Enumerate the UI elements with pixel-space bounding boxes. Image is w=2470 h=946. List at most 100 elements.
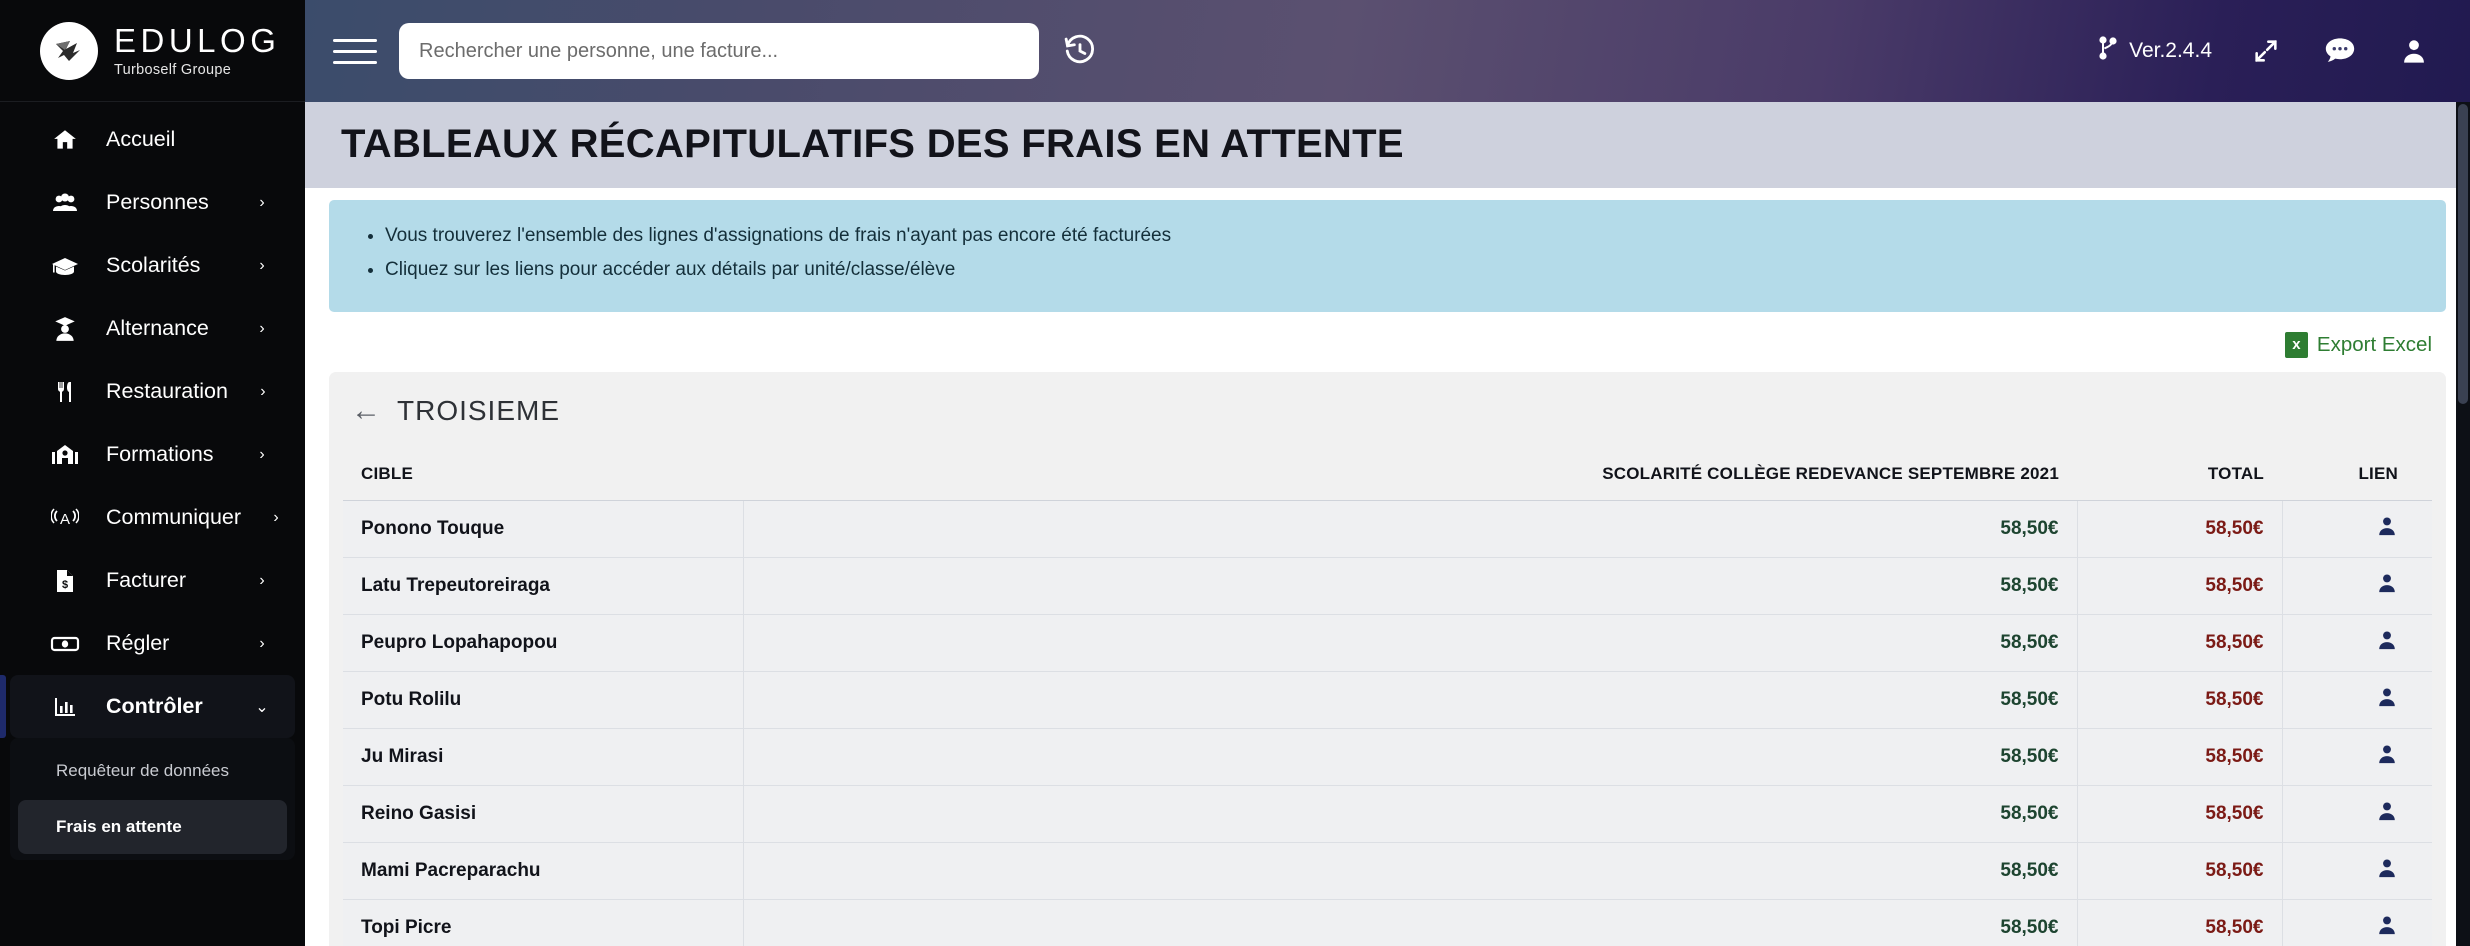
hamburger-icon[interactable] bbox=[333, 29, 377, 73]
person-link-icon[interactable] bbox=[2376, 801, 2398, 827]
person-link-icon[interactable] bbox=[2376, 516, 2398, 542]
scrollbar-thumb[interactable] bbox=[2458, 104, 2468, 404]
sidebar-item-formations[interactable]: Formations › bbox=[10, 423, 295, 486]
cell-total: 58,50€ bbox=[2077, 557, 2283, 615]
cell-cible: Potu Rolilu bbox=[343, 671, 744, 729]
sidebar-item-accueil[interactable]: Accueil bbox=[10, 108, 295, 171]
home-icon bbox=[50, 127, 80, 153]
fees-table: CIBLE SCOLARITÉ COLLÈGE REDEVANCE SEPTEM… bbox=[343, 449, 2432, 946]
table-row[interactable]: Topi Picre 58,50€ 58,50€ bbox=[343, 899, 2432, 946]
top-bar: Ver.2.4.4 bbox=[305, 0, 2470, 102]
sidebar-item-scolarites[interactable]: Scolarités › bbox=[10, 234, 295, 297]
main-pane: Ver.2.4.4 bbox=[305, 0, 2470, 946]
sidebar-item-frais-en-attente[interactable]: Frais en attente bbox=[18, 800, 287, 854]
info-bullet: Vous trouverez l'ensemble des lignes d'a… bbox=[385, 224, 2446, 248]
search-input[interactable] bbox=[399, 23, 1039, 79]
people-icon bbox=[50, 190, 80, 216]
cell-cible: Ponono Touque bbox=[343, 500, 744, 558]
person-link-icon[interactable] bbox=[2376, 858, 2398, 884]
column-header-total[interactable]: TOTAL bbox=[2077, 449, 2282, 501]
column-header-fee[interactable]: SCOLARITÉ COLLÈGE REDEVANCE SEPTEMBRE 20… bbox=[743, 449, 2077, 501]
expand-arrows-icon[interactable] bbox=[2246, 31, 2286, 71]
history-clock-icon[interactable] bbox=[1057, 28, 1103, 74]
sidebar-label: Scolarités bbox=[106, 253, 201, 277]
group-card: ← TROISIEME CIBLE SCOLARITÉ COLLÈGE REDE… bbox=[329, 371, 2446, 946]
version-indicator[interactable]: Ver.2.4.4 bbox=[2096, 35, 2212, 67]
table-row[interactable]: Ponono Touque 58,50€ 58,50€ bbox=[343, 500, 2432, 558]
info-banner: Vous trouverez l'ensemble des lignes d'a… bbox=[329, 200, 2446, 312]
column-header-cible[interactable]: CIBLE bbox=[343, 449, 743, 501]
sidebar-submenu-controler: Requêteur de données Frais en attente bbox=[10, 738, 295, 860]
application-window: EDULOG Turboself Groupe Accueil Personne… bbox=[0, 0, 2470, 946]
person-link-icon[interactable] bbox=[2376, 915, 2398, 941]
person-link-icon[interactable] bbox=[2376, 573, 2398, 599]
table-row[interactable]: Potu Rolilu 58,50€ 58,50€ bbox=[343, 671, 2432, 729]
page-title-band: TABLEAUX RÉCAPITULATIFS DES FRAIS EN ATT… bbox=[305, 102, 2470, 188]
table-row[interactable]: Peupro Lopahapopou 58,50€ 58,50€ bbox=[343, 614, 2432, 672]
cell-total: 58,50€ bbox=[2077, 728, 2283, 786]
cell-cible: Mami Pacreparachu bbox=[343, 842, 744, 900]
table-row[interactable]: Mami Pacreparachu 58,50€ 58,50€ bbox=[343, 842, 2432, 900]
vertical-scrollbar[interactable] bbox=[2456, 102, 2470, 946]
cell-fee: 58,50€ bbox=[743, 614, 2078, 672]
top-bar-actions: Ver.2.4.4 bbox=[2096, 31, 2434, 71]
sidebar-item-personnes[interactable]: Personnes › bbox=[10, 171, 295, 234]
chevron-right-icon: › bbox=[259, 256, 265, 274]
excel-file-icon: x bbox=[2284, 331, 2308, 358]
table-row[interactable]: Reino Gasisi 58,50€ 58,50€ bbox=[343, 785, 2432, 843]
sidebar-item-facturer[interactable]: $ Facturer › bbox=[10, 549, 295, 612]
sidebar-label: Contrôler bbox=[106, 694, 203, 718]
broadcast-icon: A bbox=[50, 505, 80, 531]
person-link-icon[interactable] bbox=[2376, 744, 2398, 770]
sidebar-item-controler[interactable]: Contrôler ⌄ bbox=[0, 675, 295, 738]
cell-lien bbox=[2282, 842, 2432, 900]
arrow-left-icon[interactable]: ← bbox=[351, 395, 381, 426]
info-bullet: Cliquez sur les liens pour accéder aux d… bbox=[385, 258, 2446, 282]
sidebar-label: Alternance bbox=[106, 316, 209, 340]
chat-bubble-icon[interactable] bbox=[2320, 31, 2360, 71]
brand-logo[interactable]: EDULOG Turboself Groupe bbox=[0, 0, 305, 102]
cell-cible: Ju Mirasi bbox=[343, 728, 744, 786]
svg-text:$: $ bbox=[62, 579, 68, 591]
cell-cible: Latu Trepeutoreiraga bbox=[343, 557, 744, 615]
cell-total: 58,50€ bbox=[2077, 785, 2283, 843]
sidebar-item-alternance[interactable]: Alternance › bbox=[10, 297, 295, 360]
sidebar-item-requeteur-de-donnees[interactable]: Requêteur de données bbox=[18, 744, 287, 798]
school-building-icon bbox=[50, 442, 80, 468]
graduation-cap-icon bbox=[50, 253, 80, 279]
chevron-right-icon: › bbox=[259, 445, 265, 463]
person-link-icon[interactable] bbox=[2376, 687, 2398, 713]
sidebar-label: Régler bbox=[106, 631, 170, 655]
person-link-icon[interactable] bbox=[2376, 630, 2398, 656]
cutlery-icon bbox=[50, 379, 80, 405]
submenu-label: Requêteur de données bbox=[56, 761, 229, 780]
cell-lien bbox=[2282, 728, 2432, 786]
brand-name: EDULOG bbox=[114, 21, 281, 59]
table-header-row: CIBLE SCOLARITÉ COLLÈGE REDEVANCE SEPTEM… bbox=[343, 449, 2432, 501]
column-header-lien[interactable]: LIEN bbox=[2282, 449, 2432, 501]
brand-tagline: Turboself Groupe bbox=[114, 61, 232, 78]
sidebar-item-regler[interactable]: Régler › bbox=[10, 612, 295, 675]
user-account-icon[interactable] bbox=[2394, 31, 2434, 71]
cell-cible: Peupro Lopahapopou bbox=[343, 614, 744, 672]
table-row[interactable]: Ju Mirasi 58,50€ 58,50€ bbox=[343, 728, 2432, 786]
cell-fee: 58,50€ bbox=[743, 785, 2078, 843]
cell-lien bbox=[2282, 899, 2432, 946]
export-excel-button[interactable]: x Export Excel bbox=[2284, 331, 2432, 358]
cell-fee: 58,50€ bbox=[743, 671, 2078, 729]
cell-total: 58,50€ bbox=[2077, 614, 2283, 672]
cell-lien bbox=[2282, 557, 2432, 615]
export-row: x Export Excel bbox=[329, 312, 2446, 372]
content-area: Vous trouverez l'ensemble des lignes d'a… bbox=[305, 188, 2470, 946]
export-excel-label: Export Excel bbox=[2316, 332, 2432, 356]
cell-lien bbox=[2282, 500, 2432, 558]
submenu-label: Frais en attente bbox=[56, 817, 182, 836]
table-row[interactable]: Latu Trepeutoreiraga 58,50€ 58,50€ bbox=[343, 557, 2432, 615]
chevron-right-icon: › bbox=[260, 382, 266, 400]
cell-fee: 58,50€ bbox=[743, 899, 2078, 946]
cell-total: 58,50€ bbox=[2077, 899, 2283, 946]
sidebar-item-restauration[interactable]: Restauration › bbox=[10, 360, 295, 423]
chevron-right-icon: › bbox=[259, 571, 265, 589]
sidebar-label: Restauration bbox=[106, 379, 228, 403]
sidebar-item-communiquer[interactable]: A Communiquer › bbox=[10, 486, 295, 549]
